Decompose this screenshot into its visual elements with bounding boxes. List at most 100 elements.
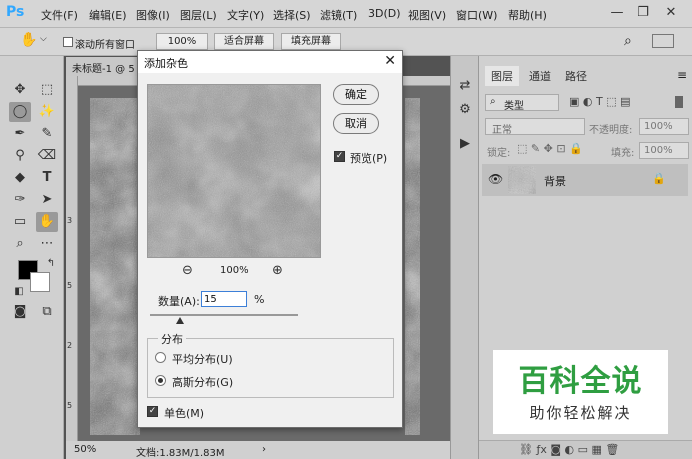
cancel-button[interactable]: 取消 (333, 113, 379, 134)
swap-colors-icon[interactable]: ↰ (40, 254, 62, 274)
amount-label: 数量(A): (158, 295, 200, 308)
rectangle-tool-icon[interactable]: ▭ (9, 212, 31, 232)
distribution-legend: 分布 (158, 331, 186, 347)
vertical-ruler: 3 5 2 5 (66, 76, 78, 441)
noise-preview[interactable] (147, 84, 321, 258)
eye-icon[interactable]: 👁 (488, 172, 503, 186)
bucket-icon[interactable]: ◆ (9, 168, 31, 188)
zoom-out-icon[interactable]: ⊖ (182, 263, 193, 278)
kind-filter-label: 类型 (504, 101, 524, 112)
panel-dock-strip: ⇄ ⚙ ▶ (450, 56, 478, 459)
status-arrow-icon[interactable]: › (262, 444, 266, 455)
menu-view[interactable]: 视图(V) (408, 7, 446, 23)
monochromatic-checkbox[interactable]: ✓ (147, 406, 158, 417)
menu-window[interactable]: 窗口(W) (456, 7, 497, 23)
default-colors-icon[interactable]: ◧ (8, 282, 30, 302)
gaussian-radio[interactable] (155, 375, 166, 386)
status-bar: 50% 文档:1.83M/1.83M › (66, 441, 476, 459)
minimize-icon[interactable]: — (606, 3, 628, 23)
marquee-tool-icon[interactable]: ⬚ (36, 80, 58, 100)
uniform-label: 平均分布(U) (172, 353, 233, 366)
layer-actions-bar[interactable]: ⛓ ƒx ◙ ◐ ▭ ▦ 🗑 (479, 440, 692, 459)
zoom-tool-icon[interactable]: ⌕ (9, 234, 31, 254)
layer-row[interactable]: 👁 背景 🔒 (482, 164, 688, 196)
amount-slider-track[interactable] (150, 314, 298, 316)
history-icon[interactable]: ⇄ (454, 76, 476, 96)
ok-button[interactable]: 确定 (333, 84, 379, 105)
lock-icon[interactable]: 🔒 (652, 172, 666, 185)
eraser-icon[interactable]: ⌫ (36, 146, 58, 166)
close-icon[interactable]: ✕ (660, 3, 682, 23)
more-tools-icon[interactable]: ⋯ (36, 234, 58, 254)
tab-channels[interactable]: 通道 (523, 66, 557, 86)
eyedropper-icon[interactable]: ✒ (9, 124, 31, 144)
ruler-mark: 2 (67, 341, 73, 350)
uniform-radio[interactable] (155, 352, 166, 363)
lock-icons[interactable]: ⬚ ✎ ✥ ⊡ 🔒 (517, 142, 583, 155)
filter-icons[interactable]: ▣ ◐ T ⬚ ▤ (569, 95, 630, 108)
menu-image[interactable]: 图像(I) (136, 7, 170, 23)
panel-menu-icon[interactable]: ≡ (677, 68, 687, 82)
hand-tool-icon[interactable]: ✋ (20, 32, 37, 48)
fill-field[interactable]: 100% (639, 142, 689, 159)
search-icon[interactable]: ⌕ (624, 33, 632, 49)
screen-mode-icon[interactable]: ⧉ (36, 302, 58, 322)
close-icon[interactable]: ✕ (384, 53, 396, 69)
zoom-in-icon[interactable]: ⊕ (272, 263, 283, 278)
move-tool-icon[interactable]: ✥ (9, 80, 31, 100)
fit-screen-button[interactable]: 适合屏幕 (214, 33, 274, 50)
tab-paths[interactable]: 路径 (559, 66, 593, 86)
monochromatic-label: 单色(M) (164, 407, 205, 420)
dialog-title-text: 添加杂色 (144, 57, 188, 70)
add-noise-dialog: 添加杂色 ✕ ⊖ 100% ⊕ 确定 取消 ✓ 预览(P) 数量(A): % 分… (137, 50, 403, 428)
opacity-field[interactable]: 100% (639, 118, 689, 135)
scroll-all-checkbox[interactable] (63, 37, 73, 47)
zoom-100-button[interactable]: 100% (156, 33, 208, 50)
type-tool-icon[interactable]: T (36, 168, 58, 188)
actions-play-icon[interactable]: ▶ (454, 134, 476, 154)
menu-filter[interactable]: 滤镜(T) (320, 7, 357, 23)
kind-filter-select[interactable]: ⌕ 类型 (485, 94, 559, 112)
amount-unit: % (254, 293, 265, 306)
properties-icon[interactable]: ⚙ (454, 100, 476, 120)
workspace-icon[interactable] (652, 34, 674, 48)
menu-help[interactable]: 帮助(H) (508, 7, 547, 23)
watermark-title: 百科全说 (518, 364, 643, 399)
filter-toggle-icon[interactable] (675, 96, 683, 108)
stamp-icon[interactable]: ⚲ (9, 146, 31, 166)
menu-edit[interactable]: 编辑(E) (89, 7, 127, 23)
menu-layer[interactable]: 图层(L) (180, 7, 217, 23)
quick-mask-icon[interactable]: ◙ (9, 302, 31, 322)
menu-3d[interactable]: 3D(D) (368, 7, 401, 20)
preview-zoom-level: 100% (220, 265, 249, 276)
status-zoom[interactable]: 50% (74, 444, 96, 455)
menu-select[interactable]: 选择(S) (273, 7, 311, 23)
watermark-subtitle: 助你轻松解决 (529, 404, 632, 422)
scroll-all-label: 滚动所有窗口 (75, 40, 135, 51)
restore-icon[interactable]: ❐ (632, 3, 654, 23)
blend-mode-select[interactable]: 正常 (485, 118, 585, 136)
photoshop-logo: Ps (6, 4, 25, 20)
ruler-mark: 3 (67, 216, 73, 225)
menu-file[interactable]: 文件(F) (41, 7, 78, 23)
tab-layers[interactable]: 图层 (485, 66, 519, 86)
brush-icon[interactable]: ✎ (36, 124, 58, 144)
hand-tool-active-icon[interactable]: ✋ (36, 212, 58, 232)
blend-mode-label: 正常 (492, 125, 512, 136)
amount-input[interactable] (201, 291, 247, 307)
watermark-logo: 百科全说 助你轻松解决 (493, 350, 668, 434)
background-color-swatch[interactable] (30, 272, 50, 292)
magic-wand-icon[interactable]: ✨ (36, 102, 58, 122)
menu-bar: Ps 文件(F) 编辑(E) 图像(I) 图层(L) 文字(Y) 选择(S) 滤… (0, 0, 692, 28)
lasso-tool-icon[interactable]: ◯ (9, 102, 31, 122)
pen-tool-icon[interactable]: ✑ (9, 190, 31, 210)
amount-slider-knob[interactable] (176, 317, 184, 324)
menu-type[interactable]: 文字(Y) (227, 7, 264, 23)
preview-checkbox[interactable]: ✓ (334, 151, 345, 162)
path-select-icon[interactable]: ➤ (36, 190, 58, 210)
layer-name[interactable]: 背景 (544, 173, 566, 189)
search-icon: ⌕ (490, 96, 496, 107)
layer-thumbnail (508, 166, 536, 194)
chevron-down-icon[interactable]: ⌵ (40, 34, 47, 44)
fill-screen-button[interactable]: 填充屏幕 (281, 33, 341, 50)
